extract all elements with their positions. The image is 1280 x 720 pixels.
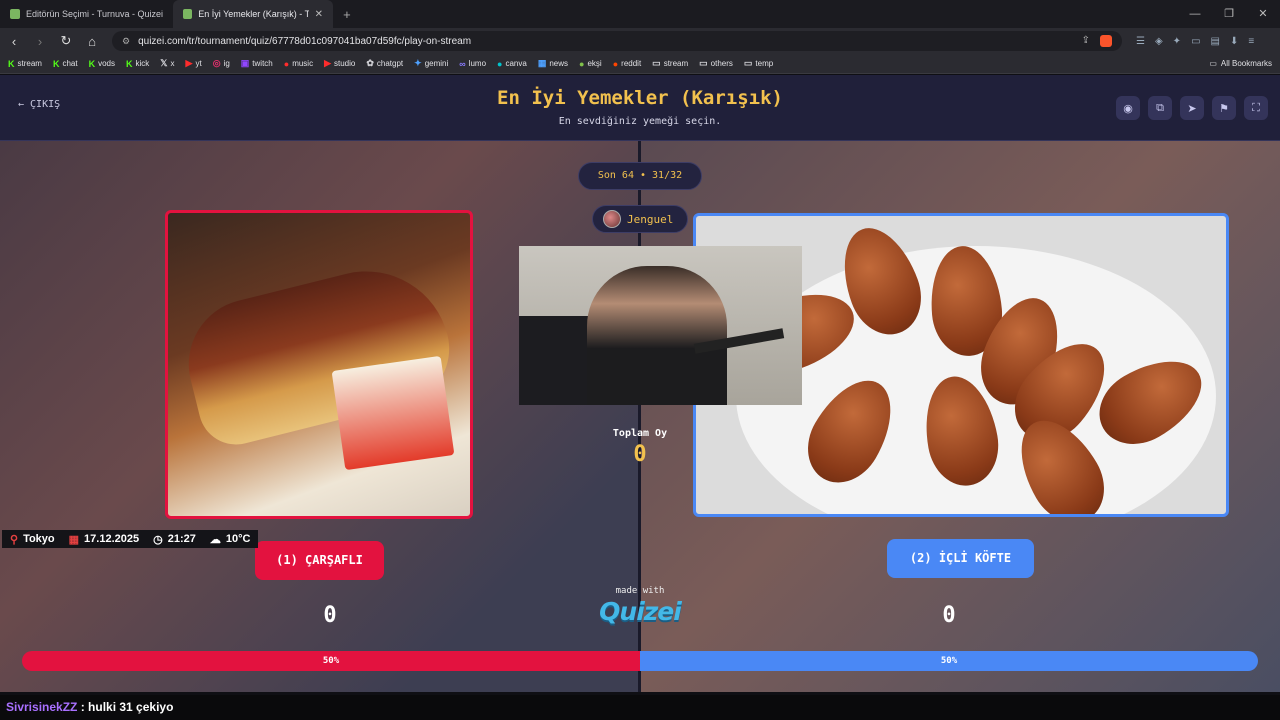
tab-label: En İyi Yemekler (Karışık) - Tier Li [198,9,309,19]
weather: ☁ 10°C [209,533,251,546]
close-tab-icon[interactable]: ✕ [315,9,323,20]
round-badge: Son 64 • 31/32 [578,162,702,190]
bookmark-news[interactable]: ▦ news [538,58,568,69]
flag-icon[interactable]: ⚑ [1212,96,1236,120]
fullscreen-icon[interactable]: ⛶ [1244,96,1268,120]
minimize-icon[interactable]: — [1178,0,1212,28]
page-subtitle: En sevdiğiniz yemeği seçin. [558,116,722,127]
webcam-overlay [519,246,802,405]
tournament-page: ← ÇIKIŞ En İyi Yemekler (Karışık) En sev… [0,75,1280,692]
tab-label: Editörün Seçimi - Turnuva - Quizei [26,9,164,19]
option-2-percent: 50% [940,656,958,666]
copy-link-icon[interactable]: ⧉ [1148,96,1172,120]
calendar-icon: ▦ [68,533,80,546]
url-text: quizei.com/tr/tournament/quiz/67778d01c0… [138,35,472,47]
option-1-percent: 50% [322,656,340,666]
download-icon[interactable]: ⬇ [1230,36,1238,47]
bookmark-reddit[interactable]: ● reddit [613,59,641,69]
share-icon[interactable]: ⇪ [1082,35,1090,47]
location: ⚲ Tokyo [10,533,55,546]
close-window-icon[interactable]: ✕ [1246,0,1280,28]
bookmark-vods[interactable]: Kvods [89,59,115,69]
page-title: En İyi Yemekler (Karışık) [497,87,783,109]
bookmarks-bar: Kstream Kchat Kvods Kkick 𝕏x ▶ yt ◎ ig ▣ tw… [0,54,1280,74]
bookmark-eksi[interactable]: ● ekşi [579,59,602,69]
bookmark-folder-stream[interactable]: ▭ stream [652,58,688,69]
option-2-score: 0 [942,603,956,628]
browser-toolbar: ‹ › ↻ ⌂ ⚙ quizei.com/tr/tournament/quiz/… [0,28,1280,54]
sidebar-icon[interactable]: ☰ [1136,36,1145,47]
site-settings-icon[interactable]: ⚙ [122,36,130,47]
bookmark-gemini[interactable]: ✦ gemini [414,58,448,69]
bookmark-canva[interactable]: ● canva [497,59,527,69]
restore-icon[interactable]: ❐ [1212,0,1246,28]
send-icon[interactable]: ➤ [1180,96,1204,120]
forward-icon[interactable]: › [34,34,46,49]
tab-best-foods[interactable]: En İyi Yemekler (Karışık) - Tier Li ✕ [173,0,334,28]
header-actions: ◉ ⧉ ➤ ⚑ ⛶ [1116,96,1268,120]
reading-list-icon[interactable]: ▤ [1211,36,1220,47]
time: ◷ 21:27 [153,533,196,546]
page-header: ← ÇIKIŞ En İyi Yemekler (Karışık) En sev… [0,75,1280,141]
bookmark-studio[interactable]: ▶ studio [324,58,355,69]
bookmark-stream[interactable]: Kstream [8,59,42,69]
tab-search-icon[interactable]: ▭ [1191,36,1200,47]
bookmark-twitch[interactable]: ▣ twitch [241,58,273,69]
stream-info-overlay: ⚲ Tokyo ▦ 17.12.2025 ◷ 21:27 ☁ 10°C [2,530,259,548]
clock-icon: ◷ [153,533,163,546]
option-1-vote-bar: 50% [22,651,640,671]
quizei-favicon-icon [183,9,193,19]
window-controls: — ❐ ✕ [1178,0,1280,28]
quizei-favicon-icon [10,9,20,19]
option-1-button[interactable]: (1) ÇARŞAFLI [255,541,384,580]
wallet-icon[interactable]: ◈ [1155,36,1163,47]
home-icon[interactable]: ⌂ [86,34,98,49]
cloud-icon: ☁ [209,533,221,546]
option-2-vote-bar: 50% [640,651,1258,671]
total-votes-value: 0 [633,442,647,467]
option-1-image[interactable] [165,210,473,519]
avatar [603,210,621,228]
bookmark-lumo[interactable]: ∞ lumo [459,59,486,69]
total-votes-label: Toplam Oy [612,428,668,439]
streamer-shape [587,266,727,405]
quizei-logo[interactable]: Quizei [590,597,690,626]
bookmark-folder-others[interactable]: ▭ others [699,58,733,69]
bookmark-ig[interactable]: ◎ ig [213,58,230,69]
bookmark-x[interactable]: 𝕏x [160,58,174,69]
option-1-score: 0 [323,603,337,628]
eye-icon[interactable]: ◉ [1116,96,1140,120]
address-bar[interactable]: ⚙ quizei.com/tr/tournament/quiz/67778d01… [112,31,1122,51]
extension-icons: ☰ ◈ ✦ ▭ ▤ ⬇ ≡ [1136,36,1254,47]
extensions-icon[interactable]: ✦ [1173,36,1181,47]
user-badge: Jenguel [592,205,688,233]
pin-icon: ⚲ [10,533,19,546]
chat-username: SivrisinekZZ [6,700,78,714]
made-with-label: made with [615,586,665,596]
bookmark-chatgpt[interactable]: ✿ chatgpt [366,58,403,69]
bookmark-yt[interactable]: ▶ yt [186,58,202,69]
browser-tab-bar: Editörün Seçimi - Turnuva - Quizei En İy… [0,0,1280,28]
date: ▦ 17.12.2025 [68,533,140,546]
tab-editors-choice[interactable]: Editörün Seçimi - Turnuva - Quizei [0,0,173,28]
new-tab-button[interactable]: + [333,7,361,22]
brave-shield-icon[interactable] [1100,35,1112,47]
back-icon[interactable]: ‹ [8,34,20,49]
chat-message-bar: SivrisinekZZ : hulki 31 çekiyo [0,695,1280,720]
all-bookmarks-button[interactable]: ▭ All Bookmarks [1209,59,1272,68]
bookmark-kick[interactable]: Kkick [126,59,149,69]
bookmark-folder-temp[interactable]: ▭ temp [744,58,773,69]
username: Jenguel [627,212,674,226]
menu-icon[interactable]: ≡ [1248,36,1254,47]
bookmark-chat[interactable]: Kchat [53,59,78,69]
reload-icon[interactable]: ↻ [60,33,72,49]
chat-message: : hulki 31 çekiyo [77,700,174,714]
option-2-button[interactable]: (2) İÇLİ KÖFTE [887,539,1034,578]
bookmark-music[interactable]: ● music [284,59,313,69]
chair-shape [519,316,589,405]
paper-box-shape [331,355,455,471]
